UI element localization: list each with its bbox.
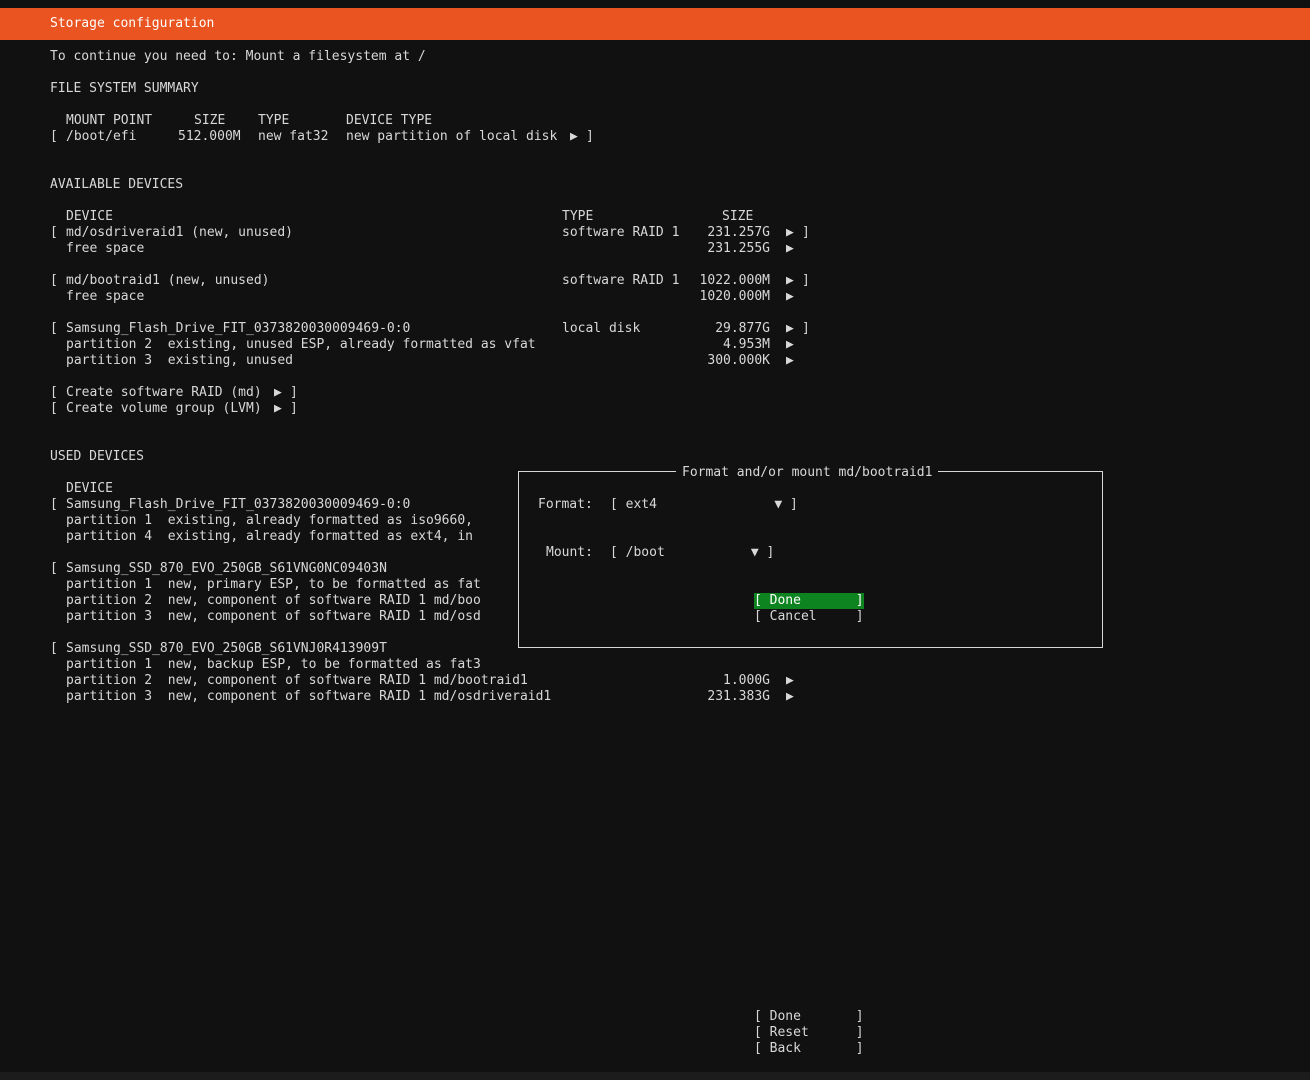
bracket-open: [ <box>50 385 58 400</box>
device-type-value: new partition of local disk <box>346 129 558 144</box>
mount-label: Mount: <box>546 545 593 560</box>
device-type: software RAID 1 <box>562 225 680 240</box>
device-name: free space <box>66 241 145 256</box>
requirement-notice: To continue you need to: Mount a filesys… <box>50 49 426 64</box>
dialog-done-button[interactable]: [ Done ] <box>754 593 864 609</box>
device-name: Samsung_Flash_Drive_FIT_0373820030009469… <box>66 321 411 336</box>
device-name: free space <box>66 289 145 304</box>
device-type: software RAID 1 <box>562 273 680 288</box>
used-partition-row[interactable]: partition 3 new, component of software R… <box>66 609 481 625</box>
col-mount-point: MOUNT POINT <box>66 113 153 128</box>
arrow-right-icon: ▶ <box>786 241 794 256</box>
device-size: 1.000G <box>723 673 770 688</box>
bracket-close: ] <box>586 129 594 144</box>
device-name: Samsung_SSD_870_EVO_250GB_S61VNG0NC09403… <box>66 561 387 576</box>
bracket-open: [ <box>50 497 58 512</box>
mount-point-value: /boot/efi <box>66 129 137 144</box>
device-size: 29.877G <box>715 321 770 336</box>
col-type: TYPE <box>562 209 594 224</box>
arrow-right-icon: ▶ <box>274 401 282 416</box>
device-size: 1022.000M <box>699 273 770 288</box>
used-partition-row[interactable]: partition 4 existing, already formatted … <box>66 529 473 545</box>
col-size: SIZE <box>722 209 754 224</box>
dialog-cancel-button[interactable]: [ Cancel ] <box>754 609 864 625</box>
bracket-open: [ <box>50 273 58 288</box>
device-size: 4.953M <box>723 337 770 352</box>
used-partition-row[interactable]: partition 1 new, backup ESP, to be forma… <box>66 657 481 673</box>
used-devices-heading: USED DEVICES <box>50 449 144 464</box>
bracket-open: [ <box>50 561 58 576</box>
arrow-right-icon: ▶ <box>786 321 794 336</box>
arrow-right-icon: ▶ <box>274 385 282 400</box>
title-bar: Storage configuration <box>0 8 1310 40</box>
arrow-right-icon: ▶ <box>786 225 794 240</box>
arrow-right-icon: ▶ <box>786 273 794 288</box>
page-title: Storage configuration <box>50 16 215 31</box>
arrow-right-icon: ▶ <box>786 689 794 704</box>
device-size: 231.257G <box>707 225 770 240</box>
device-name: Samsung_Flash_Drive_FIT_0373820030009469… <box>66 497 411 512</box>
device-size: 231.383G <box>707 689 770 704</box>
bottom-strip <box>0 1072 1310 1080</box>
col-device: DEVICE <box>66 209 113 224</box>
arrow-right-icon: ▶ <box>786 337 794 352</box>
bracket-close: ] <box>290 385 298 400</box>
format-label: Format: <box>538 497 593 512</box>
bracket-open: [ <box>50 225 58 240</box>
size-value: 512.000M <box>178 129 241 144</box>
device-size: 1020.000M <box>699 289 770 304</box>
used-partition-row[interactable]: partition 1 new, primary ESP, to be form… <box>66 577 481 593</box>
bracket-open: [ <box>50 129 58 144</box>
used-partition-row[interactable]: partition 2 new, component of software R… <box>66 593 481 609</box>
device-name: Samsung_SSD_870_EVO_250GB_S61VNJ0R413909… <box>66 641 387 656</box>
action-label: Create software RAID (md) <box>66 385 262 400</box>
arrow-right-icon: ▶ <box>786 353 794 368</box>
arrow-right-icon: ▶ <box>786 289 794 304</box>
dialog-title: Format and/or mount md/bootraid1 <box>676 465 939 481</box>
action-label: Create volume group (LVM) <box>66 401 262 416</box>
device-type: local disk <box>562 321 641 336</box>
col-device: DEVICE <box>66 481 113 496</box>
mount-select[interactable]: [ /boot ▼ ] <box>610 545 774 561</box>
device-name: partition 3 existing, unused <box>66 353 293 368</box>
back-button[interactable]: [ Back ] <box>754 1041 864 1057</box>
bracket-open: [ <box>50 321 58 336</box>
device-size: 231.255G <box>707 241 770 256</box>
used-partition-row[interactable]: partition 1 existing, already formatted … <box>66 513 473 529</box>
device-name: md/bootraid1 (new, unused) <box>66 273 270 288</box>
done-button[interactable]: [ Done ] <box>754 1009 864 1025</box>
type-value: new fat32 <box>258 129 329 144</box>
arrow-right-icon: ▶ <box>570 129 578 144</box>
device-name: partition 2 new, component of software R… <box>66 673 528 688</box>
bracket-open: [ <box>50 401 58 416</box>
col-device-type: DEVICE TYPE <box>346 113 433 128</box>
device-name: partition 2 existing, unused ESP, alread… <box>66 337 536 352</box>
device-size: 300.000K <box>707 353 770 368</box>
bracket-close: ] <box>290 401 298 416</box>
fs-summary-heading: FILE SYSTEM SUMMARY <box>50 81 199 96</box>
device-name: partition 3 new, component of software R… <box>66 689 552 704</box>
bracket-open: [ <box>50 641 58 656</box>
available-devices-heading: AVAILABLE DEVICES <box>50 177 184 192</box>
bracket-close: ] <box>802 225 810 240</box>
col-size: SIZE <box>194 113 226 128</box>
format-select[interactable]: [ ext4 ▼ ] <box>610 497 798 513</box>
bracket-close: ] <box>802 273 810 288</box>
reset-button[interactable]: [ Reset ] <box>754 1025 864 1041</box>
col-type: TYPE <box>258 113 290 128</box>
arrow-right-icon: ▶ <box>786 673 794 688</box>
bracket-close: ] <box>802 321 810 336</box>
device-name: md/osdriveraid1 (new, unused) <box>66 225 293 240</box>
